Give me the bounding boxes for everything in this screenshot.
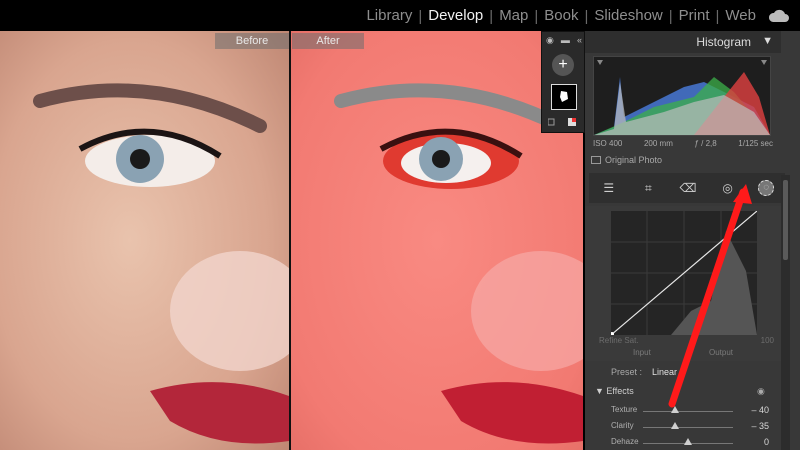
refine-saturation-label: Refine Sat. (599, 336, 639, 345)
slider-track[interactable] (643, 427, 733, 428)
crop-icon[interactable]: ⌗ (639, 179, 657, 197)
focal-length: 200 mm (643, 139, 673, 148)
histogram-header[interactable]: Histogram ▼ (585, 31, 781, 53)
module-develop[interactable]: Develop (422, 6, 489, 26)
slider-track[interactable] (643, 411, 733, 412)
slider-texture[interactable]: Texture – 40 (585, 404, 781, 418)
preset-value[interactable]: Linear (652, 367, 677, 377)
tone-curve-graph[interactable] (610, 210, 758, 336)
after-photo: After (291, 31, 583, 450)
before-photo: Before (0, 31, 289, 450)
develop-right-panel: Histogram ▼ ISO 400 200 mm ƒ / 2,8 1/125… (585, 31, 800, 450)
mask-thumbnail[interactable] (551, 84, 577, 110)
module-web[interactable]: Web (719, 6, 762, 26)
panel-scrollbar[interactable] (783, 180, 788, 260)
photo-compare-view: Before After (0, 31, 583, 450)
slider-label: Texture (611, 405, 638, 414)
aperture-value: ƒ / 2,8 (694, 139, 717, 148)
masking-panel: ◉ ▬ « + (541, 31, 585, 133)
curve-axis-labels: Input Output (633, 348, 733, 357)
slider-value[interactable]: – 40 (751, 405, 769, 415)
shutter-speed: 1/125 sec (738, 139, 773, 148)
red-eye-icon[interactable]: ◎ (719, 179, 737, 197)
cloud-sync-icon[interactable] (768, 9, 790, 23)
histogram-graph[interactable] (593, 56, 771, 136)
slider-value[interactable]: 0 (764, 437, 769, 447)
original-photo-label: Original Photo (605, 155, 663, 165)
effects-header[interactable]: ▼ Effects (595, 386, 634, 396)
highlight-clip-icon (761, 60, 767, 65)
module-book[interactable]: Book (538, 6, 584, 26)
slider-thumb[interactable] (684, 438, 692, 445)
visibility-eye-icon[interactable]: ◉ (757, 386, 765, 397)
minimize-icon[interactable]: ▬ (561, 35, 570, 45)
mask-overlay-toggle-icon[interactable] (548, 117, 578, 127)
input-label: Input (633, 348, 651, 357)
slider-thumb[interactable] (670, 406, 679, 413)
curve-preset[interactable]: Preset : Linear (611, 367, 677, 377)
eye-icon[interactable]: ◉ (546, 35, 554, 45)
histogram-title: Histogram (696, 35, 751, 49)
iso-value: ISO 400 (593, 139, 623, 148)
module-library[interactable]: Library (360, 6, 418, 26)
tone-curve-panel: Refine Sat. 100 Input Output (585, 206, 781, 361)
refine-saturation-row: Refine Sat. 100 (599, 336, 774, 345)
slider-label: Dehaze (611, 437, 639, 446)
slider-thumb[interactable] (671, 422, 680, 429)
slider-label: Clarity (611, 421, 634, 430)
slider-dehaze[interactable]: Dehaze 0 (585, 436, 781, 450)
module-list: Library | Develop | Map | Book | Slideshow | … (360, 6, 790, 26)
module-slideshow[interactable]: Slideshow (588, 6, 668, 26)
edit-sliders-icon[interactable]: ☰ (600, 179, 618, 197)
slider-clarity[interactable]: Clarity – 35 (585, 420, 781, 434)
develop-tool-strip: ☰ ⌗ ⌫ ◎ ◌ (589, 173, 785, 203)
panel-collapse-icon[interactable]: ▼ (762, 35, 773, 47)
refine-saturation-value: 100 (760, 336, 774, 345)
after-label: After (292, 33, 364, 49)
output-label: Output (708, 348, 733, 357)
collapse-icon[interactable]: « (577, 35, 582, 45)
module-print[interactable]: Print (673, 6, 716, 26)
masking-icon[interactable]: ◌ (758, 180, 775, 196)
camera-info: ISO 400 200 mm ƒ / 2,8 1/125 sec (593, 139, 773, 148)
checkbox-icon[interactable] (591, 156, 601, 164)
slider-value[interactable]: – 35 (751, 421, 769, 431)
module-map[interactable]: Map (493, 6, 534, 26)
effects-title: Effects (606, 386, 634, 396)
healing-icon[interactable]: ⌫ (679, 179, 697, 197)
original-photo-toggle[interactable]: Original Photo (591, 155, 662, 165)
before-label: Before (215, 33, 289, 49)
shadow-clip-icon (597, 60, 603, 65)
preset-label: Preset : (611, 367, 643, 377)
add-mask-button[interactable]: + (552, 54, 574, 76)
module-picker-bar: Library | Develop | Map | Book | Slideshow | … (0, 0, 800, 31)
